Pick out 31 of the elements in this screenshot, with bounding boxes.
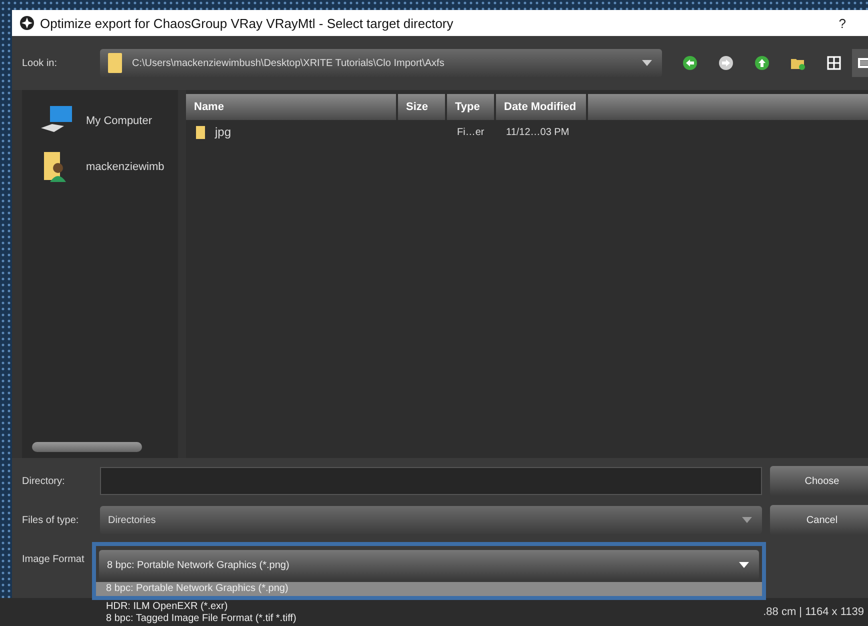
directory-label: Directory: xyxy=(22,476,66,486)
scrollbar-thumb[interactable] xyxy=(32,442,142,452)
caret-icon xyxy=(742,517,752,523)
grid-icon xyxy=(827,56,841,70)
files-of-type-dropdown[interactable]: Directories xyxy=(100,506,762,534)
directory-field[interactable] xyxy=(100,467,762,495)
path-dropdown[interactable]: C:\Users\mackenziewimbush\Desktop\XRITE Tutorials\Clo Import\Axfs xyxy=(100,49,662,77)
help-button[interactable]: ? xyxy=(838,16,846,30)
column-header[interactable]: Name xyxy=(186,94,396,120)
column-header[interactable]: Date Modified xyxy=(496,94,586,120)
file-date: 11/12…03 PM xyxy=(506,126,570,138)
image-format-label: Image Format xyxy=(22,554,86,564)
file-name[interactable]: jpg xyxy=(215,125,232,139)
choose-button[interactable]: Choose xyxy=(770,466,868,496)
folder-icon xyxy=(108,53,122,73)
caret-icon xyxy=(739,562,749,568)
app-icon xyxy=(20,16,34,30)
status-text: .88 cm | 1164 x 1139 xyxy=(763,606,864,618)
place-item[interactable]: My Computer xyxy=(22,98,178,144)
cancel-button[interactable]: Cancel xyxy=(770,505,868,535)
list-icon xyxy=(857,56,868,70)
folder-icon xyxy=(196,126,205,138)
files-of-type-label: Files of type: xyxy=(22,514,80,526)
window-title: Optimize export for ChaosGroup VRay VRayMtl - Select target directory xyxy=(40,16,454,30)
caret-icon xyxy=(642,60,652,66)
image-format-dropdown[interactable]: 8 bpc: Portable Network Graphics (*.png) xyxy=(99,550,759,580)
file-type: Fi…er xyxy=(457,126,484,138)
look-in-label: Look in: xyxy=(22,58,58,68)
place-item[interactable]: mackenziewimb xyxy=(22,144,178,190)
column-header[interactable]: Size xyxy=(398,94,445,120)
column-header[interactable]: Type xyxy=(447,94,494,120)
